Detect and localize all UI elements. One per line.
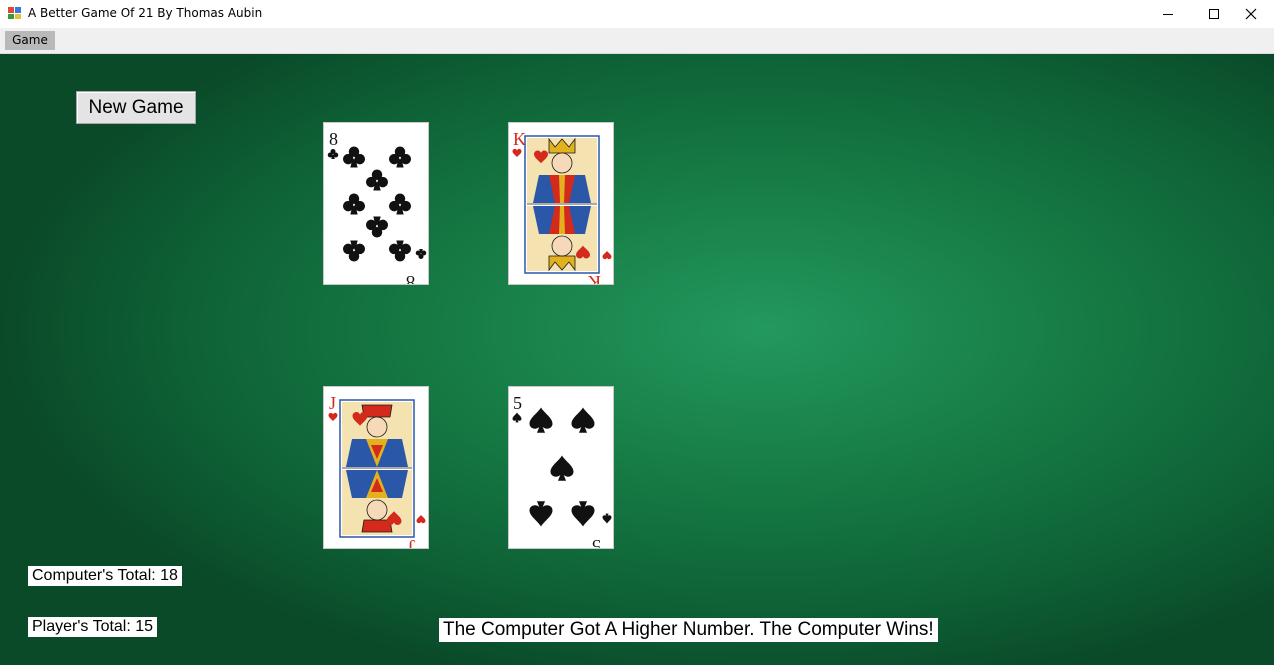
player-card-2: 5 5 <box>508 386 614 549</box>
close-button[interactable] <box>1228 0 1274 28</box>
card-rank: 5 <box>513 393 522 413</box>
minimize-icon <box>1162 13 1173 15</box>
new-game-button[interactable]: New Game <box>76 91 196 124</box>
computer-total-label: Computer's Total: 18 <box>28 566 182 586</box>
computer-card-2: K K <box>508 122 614 285</box>
jack-of-hearts-card-face: J J <box>328 393 426 549</box>
card-rank-rotated: J <box>408 536 415 549</box>
menu-bar: Game <box>0 28 1274 54</box>
game-table: New Game 8 8 K K J J 5 5 Computer's Tota… <box>0 54 1274 665</box>
card-rank: J <box>329 393 336 413</box>
computer-card-1: 8 8 <box>323 122 429 285</box>
result-message: The Computer Got A Higher Number. The Co… <box>439 618 938 642</box>
card-rank-rotated: 8 <box>406 272 415 285</box>
king-of-hearts-card-face: K K <box>512 129 612 285</box>
close-icon <box>1245 8 1257 20</box>
five-of-spades-card-face: 5 5 <box>512 393 612 549</box>
maximize-icon <box>1208 8 1219 19</box>
window-title: A Better Game Of 21 By Thomas Aubin <box>28 6 263 20</box>
app-icon <box>8 7 21 19</box>
player-card-1: J J <box>323 386 429 549</box>
menu-game[interactable]: Game <box>5 31 55 50</box>
player-total-label: Player's Total: 15 <box>28 617 158 637</box>
card-rank: K <box>513 129 526 149</box>
card-rank: 8 <box>329 129 338 149</box>
card-rank-rotated: K <box>588 272 601 285</box>
eight-of-clubs-card-face: 8 8 <box>327 129 427 285</box>
card-rank-rotated: 5 <box>592 536 601 549</box>
minimize-button[interactable] <box>1145 0 1191 28</box>
title-bar: A Better Game Of 21 By Thomas Aubin <box>0 0 1274 28</box>
